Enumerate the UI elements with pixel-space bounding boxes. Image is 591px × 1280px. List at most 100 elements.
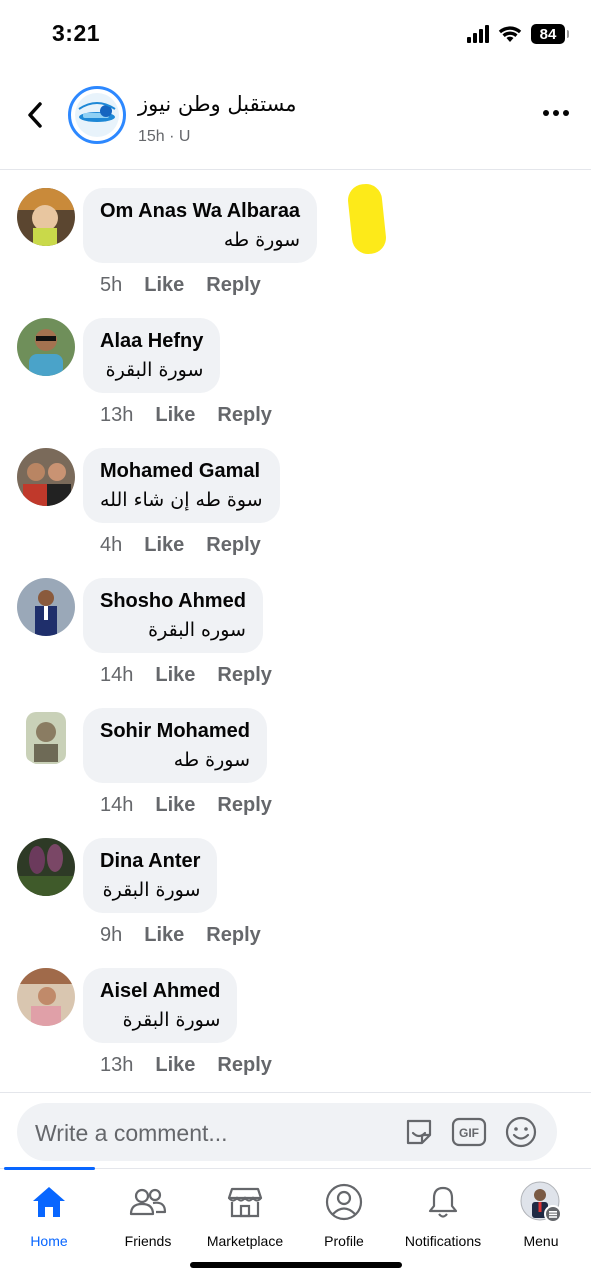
- comment-text: سوة طه إن شاء الله: [100, 489, 263, 511]
- comment-time: 4h: [100, 534, 123, 556]
- avatar[interactable]: [17, 188, 75, 246]
- comment: Sohir Mohamed سورة طه 14h Like Reply: [0, 692, 591, 822]
- comment: Om Anas Wa Albaraa سورة طه 5h Like Reply: [0, 172, 591, 302]
- like-button[interactable]: Like: [155, 404, 195, 427]
- marketplace-icon: [224, 1181, 266, 1223]
- comment-text: سورة البقرة: [105, 359, 204, 381]
- comment-author[interactable]: Om Anas Wa Albaraa: [100, 200, 300, 223]
- page-avatar[interactable]: [68, 86, 126, 144]
- avatar[interactable]: [17, 318, 75, 376]
- comment-time: 13h: [100, 1054, 134, 1076]
- nav-friends[interactable]: Friends: [93, 1181, 203, 1249]
- comment-input-placeholder[interactable]: Write a comment...: [35, 1120, 228, 1147]
- comment-actions: 5h Like Reply: [100, 274, 261, 297]
- status-time: 3:21: [52, 20, 101, 46]
- comment-bubble[interactable]: Om Anas Wa Albaraa سورة طه: [83, 188, 318, 263]
- nav-active-indicator: [4, 1167, 95, 1170]
- comment-author[interactable]: Mohamed Gamal: [100, 460, 263, 483]
- nav-menu[interactable]: Menu: [486, 1181, 591, 1249]
- menu-avatar-icon: [520, 1181, 562, 1223]
- signal-icon: [467, 25, 489, 43]
- nav-label: Home: [30, 1233, 68, 1249]
- comment-bubble[interactable]: Dina Anter سورة البقرة: [83, 838, 218, 913]
- comment-bubble[interactable]: Shosho Ahmed سوره البقرة: [83, 578, 263, 653]
- reply-button[interactable]: Reply: [206, 924, 260, 947]
- comment-author[interactable]: Alaa Hefny: [100, 330, 203, 353]
- gif-icon[interactable]: GIF: [451, 1114, 487, 1150]
- post-header: مستقبل وطن نيوز 15h · U: [0, 70, 591, 170]
- comment-actions: 13h Like Reply: [100, 1054, 272, 1077]
- page-name[interactable]: مستقبل وطن نيوز: [138, 92, 297, 116]
- avatar[interactable]: [17, 578, 75, 636]
- comment-author[interactable]: Shosho Ahmed: [100, 590, 246, 613]
- wifi-icon: [498, 26, 522, 42]
- like-button[interactable]: Like: [155, 1054, 195, 1077]
- home-icon: [28, 1181, 70, 1223]
- battery-icon: 84: [531, 24, 569, 44]
- svg-text:GIF: GIF: [459, 1126, 479, 1140]
- nav-profile[interactable]: Profile: [289, 1181, 399, 1249]
- comment-text: سوره البقرة: [148, 619, 246, 641]
- nav-notifications[interactable]: Notifications: [388, 1181, 498, 1249]
- comment-time: 5h: [100, 274, 123, 296]
- comment-author[interactable]: Dina Anter: [100, 850, 200, 873]
- friends-icon: [127, 1181, 169, 1223]
- comment-actions: 13h Like Reply: [100, 404, 272, 427]
- comment-actions: 14h Like Reply: [100, 794, 272, 817]
- battery-level: 84: [539, 25, 557, 43]
- back-button[interactable]: [18, 98, 52, 132]
- post-meta: 15h · U: [138, 128, 191, 145]
- avatar[interactable]: [17, 968, 75, 1026]
- comment-input[interactable]: Write a comment... GIF: [17, 1103, 557, 1161]
- comment: Dina Anter سورة البقرة 9h Like Reply: [0, 822, 591, 952]
- comment-time: 14h: [100, 664, 134, 686]
- comment-bubble[interactable]: Aisel Ahmed سورة البقرة: [83, 968, 238, 1043]
- profile-icon: [323, 1181, 365, 1223]
- comment-bubble[interactable]: Alaa Hefny سورة البقرة: [83, 318, 221, 393]
- nav-label: Notifications: [404, 1233, 482, 1249]
- comment-text: سورة البقرة: [122, 1009, 221, 1031]
- reply-button[interactable]: Reply: [217, 664, 271, 687]
- nav-label: Profile: [324, 1233, 364, 1249]
- reply-button[interactable]: Reply: [217, 404, 271, 427]
- comment-actions: 14h Like Reply: [100, 664, 272, 687]
- comment-actions: 4h Like Reply: [100, 534, 261, 557]
- home-indicator[interactable]: [190, 1262, 402, 1268]
- comment-time: 13h: [100, 404, 134, 426]
- reply-button[interactable]: Reply: [217, 1054, 271, 1077]
- nav-home[interactable]: Home: [0, 1181, 104, 1249]
- bell-icon: [422, 1181, 464, 1223]
- nav-label: Friends: [124, 1233, 172, 1249]
- more-options-button[interactable]: [543, 110, 569, 116]
- comment: Alaa Hefny سورة البقرة 13h Like Reply: [0, 302, 591, 432]
- chevron-left-icon: [28, 102, 42, 128]
- comment: Mohamed Gamal سوة طه إن شاء الله 4h Like…: [0, 432, 591, 562]
- avatar[interactable]: [17, 448, 75, 506]
- reply-button[interactable]: Reply: [206, 534, 260, 557]
- comment-bubble[interactable]: Mohamed Gamal سوة طه إن شاء الله: [83, 448, 280, 523]
- nav-marketplace[interactable]: Marketplace: [190, 1181, 300, 1249]
- comment: Shosho Ahmed سوره البقرة 14h Like Reply: [0, 562, 591, 692]
- like-button[interactable]: Like: [144, 924, 184, 947]
- sticker-icon[interactable]: [401, 1114, 437, 1150]
- comment-actions: 9h Like Reply: [100, 924, 261, 947]
- comment-author[interactable]: Sohir Mohamed: [100, 720, 250, 743]
- emoji-icon[interactable]: [503, 1114, 539, 1150]
- comment: Aisel Ahmed سورة البقرة 13h Like Reply: [0, 952, 591, 1082]
- reply-button[interactable]: Reply: [217, 794, 271, 817]
- like-button[interactable]: Like: [144, 534, 184, 557]
- status-bar: 3:21 84: [0, 0, 591, 70]
- comments-list: Om Anas Wa Albaraa سورة طه 5h Like Reply…: [0, 172, 591, 1082]
- comment-time: 14h: [100, 794, 134, 816]
- avatar[interactable]: [17, 708, 75, 766]
- comment-bubble[interactable]: Sohir Mohamed سورة طه: [83, 708, 268, 783]
- comment-author[interactable]: Aisel Ahmed: [100, 980, 220, 1003]
- like-button[interactable]: Like: [155, 794, 195, 817]
- reply-button[interactable]: Reply: [206, 274, 260, 297]
- like-button[interactable]: Like: [155, 664, 195, 687]
- like-button[interactable]: Like: [144, 274, 184, 297]
- comment-text: سورة طه: [223, 229, 301, 251]
- avatar[interactable]: [17, 838, 75, 896]
- comment-text: سورة البقرة: [102, 879, 201, 901]
- status-icons: 84: [467, 24, 569, 44]
